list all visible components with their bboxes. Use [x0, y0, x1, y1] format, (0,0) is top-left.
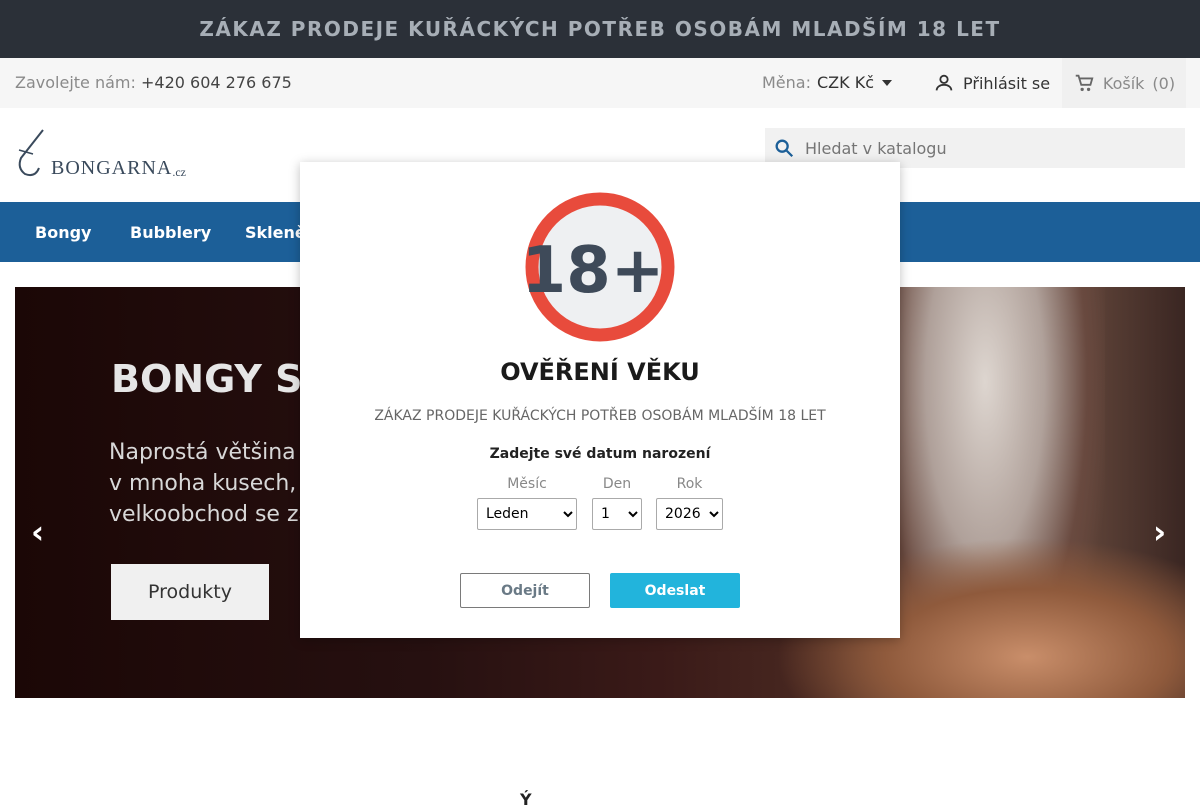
search-icon[interactable]: [773, 137, 795, 159]
year-field: Rok 2026: [656, 476, 723, 530]
caret-down-icon: [881, 79, 892, 86]
logo-suffix: .cz: [172, 165, 186, 179]
phone-number[interactable]: +420 604 276 675: [141, 73, 292, 92]
currency-selector[interactable]: Měna: CZK Kč: [762, 73, 892, 92]
search-input[interactable]: [805, 138, 1165, 158]
cart-icon: [1075, 74, 1094, 92]
year-select[interactable]: 2026: [656, 498, 723, 530]
age-verification-modal: 18+ OVĚŘENÍ VĚKU ZÁKAZ PRODEJE KUŘÁCKÝCH…: [300, 162, 900, 638]
cart-count: (0): [1152, 73, 1176, 93]
month-field: Měsíc Leden: [477, 476, 577, 530]
user-icon: [935, 74, 953, 91]
banner-text: ZÁKAZ PRODEJE KUŘÁCKÝCH POTŘEB OSOBÁM ML…: [199, 17, 1001, 41]
age-restriction-banner: ZÁKAZ PRODEJE KUŘÁCKÝCH POTŘEB OSOBÁM ML…: [0, 0, 1200, 58]
contact-info: Zavolejte nám: +420 604 276 675: [15, 73, 292, 92]
hero-title: BONGY SK: [111, 357, 332, 401]
cart-button[interactable]: Košík (0): [1062, 58, 1186, 108]
day-select[interactable]: 1: [592, 498, 642, 530]
login-label: Přihlásit se: [963, 73, 1051, 93]
slider-next-icon[interactable]: ›: [1153, 513, 1166, 551]
slider-prev-icon[interactable]: ‹: [31, 513, 44, 551]
logo-mark-icon: [18, 129, 44, 177]
currency-label: Měna:: [762, 73, 811, 92]
nav-item-bubblery[interactable]: Bubblery: [130, 223, 211, 242]
month-select[interactable]: Leden: [477, 498, 577, 530]
month-label: Měsíc: [507, 476, 547, 492]
submit-button[interactable]: Odeslat: [610, 573, 740, 608]
year-label: Rok: [676, 476, 703, 492]
modal-notice: ZÁKAZ PRODEJE KUŘÁCKÝCH POTŘEB OSOBÁM ML…: [374, 408, 826, 424]
logo-text: BONGARNA: [51, 157, 173, 179]
dob-prompt: Zadejte své datum narození: [489, 446, 711, 462]
login-link[interactable]: Přihlásit se: [933, 72, 1050, 94]
leave-button[interactable]: Odejít: [460, 573, 590, 608]
modal-title: OVĚŘENÍ VĚKU: [500, 358, 700, 386]
call-label: Zavolejte nám:: [15, 73, 136, 92]
hero-products-button[interactable]: Produkty: [111, 564, 269, 620]
nav-item-bongy[interactable]: Bongy: [35, 223, 91, 242]
day-field: Den 1: [592, 476, 642, 530]
badge-text: 18+: [525, 234, 664, 308]
currency-value: CZK Kč: [816, 73, 874, 92]
day-label: Den: [602, 476, 632, 492]
age-18-badge-icon: 18+: [525, 192, 675, 342]
cart-label: Košík: [1102, 73, 1145, 93]
info-bar: Zavolejte nám: +420 604 276 675 Měna: CZ…: [0, 58, 1200, 108]
site-logo[interactable]: BONGARNA .cz: [15, 128, 186, 180]
